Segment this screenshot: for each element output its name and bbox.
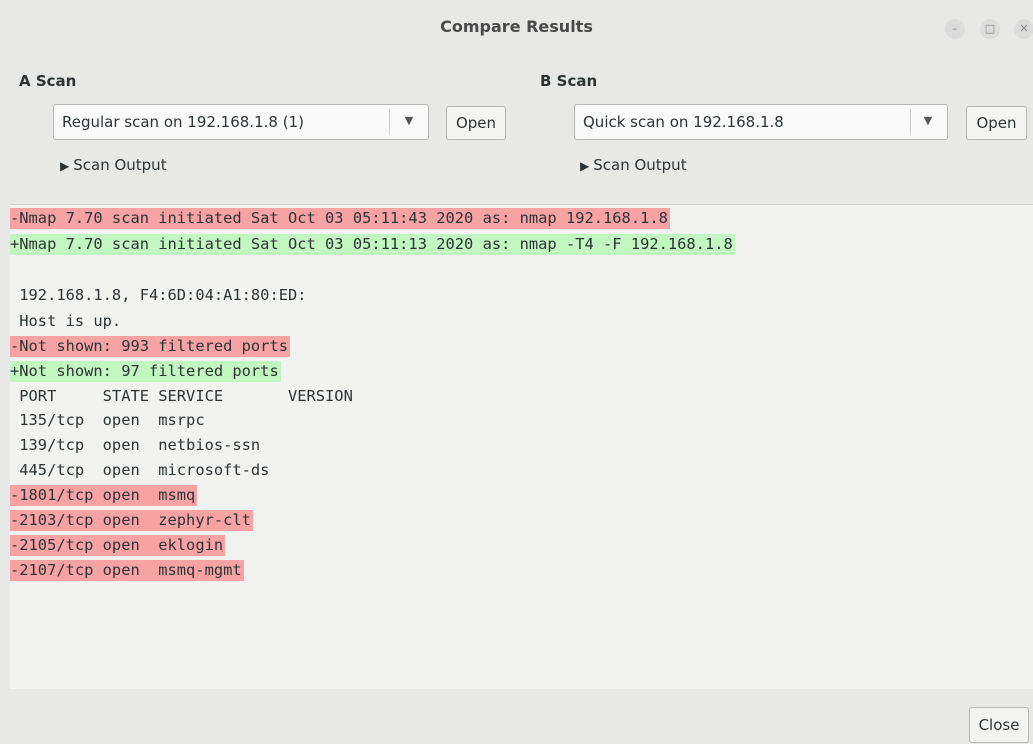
a-scan-label: A Scan [19,72,77,90]
window-title: Compare Results [440,17,593,36]
diff-line: -1801/tcp open msmq [10,485,198,506]
diff-output[interactable]: -Nmap 7.70 scan initiated Sat Oct 03 05:… [10,204,1033,689]
diff-line: 135/tcp open msrpc [10,411,205,429]
diff-line: +Not shown: 97 filtered ports [10,361,281,382]
dropdown-arrow-icon[interactable]: ▼ [921,114,935,127]
maximize-icon[interactable]: □ [980,19,1000,39]
a-scan-select-value: Regular scan on 192.168.1.8 (1) [62,113,304,131]
dropdown-arrow-icon[interactable]: ▼ [402,114,416,127]
b-scan-output-expander[interactable]: ▶ Scan Output [580,156,687,174]
diff-line: 192.168.1.8, F4:6D:04:A1:80:ED: [10,286,307,304]
combo-divider [389,109,390,135]
diff-line: 139/tcp open netbios-ssn [10,436,261,454]
b-scan-open-button[interactable]: Open [966,106,1027,140]
expand-triangle-icon[interactable]: ▶ [60,159,69,173]
minimize-icon[interactable]: – [945,19,965,39]
diff-line: -2107/tcp open msmq-mgmt [10,560,244,581]
close-window-icon[interactable]: ✕ [1014,19,1033,39]
a-scan-open-button[interactable]: Open [446,106,506,140]
diff-line: -2103/tcp open zephyr-clt [10,510,253,531]
diff-line: -2105/tcp open eklogin [10,535,226,556]
diff-line: Host is up. [10,312,122,330]
diff-line: -Nmap 7.70 scan initiated Sat Oct 03 05:… [10,208,670,229]
a-scan-output-label[interactable]: Scan Output [73,156,166,174]
a-scan-output-expander[interactable]: ▶ Scan Output [60,156,167,174]
diff-line: 445/tcp open microsoft-ds [10,461,270,479]
diff-line: PORT STATE SERVICE VERSION [10,387,353,405]
b-scan-output-label[interactable]: Scan Output [593,156,686,174]
diff-line: +Nmap 7.70 scan initiated Sat Oct 03 05:… [10,234,735,255]
combo-divider [910,109,911,135]
b-scan-select[interactable]: Quick scan on 192.168.1.8 ▼ [574,104,948,140]
close-button[interactable]: Close [969,707,1029,743]
a-scan-select[interactable]: Regular scan on 192.168.1.8 (1) ▼ [53,104,429,140]
b-scan-select-value: Quick scan on 192.168.1.8 [583,113,784,131]
diff-line [10,260,12,281]
b-scan-label: B Scan [540,72,598,90]
expand-triangle-icon[interactable]: ▶ [580,159,589,173]
diff-line: -Not shown: 993 filtered ports [10,336,290,357]
title-bar: Compare Results – □ ✕ [0,0,1033,58]
